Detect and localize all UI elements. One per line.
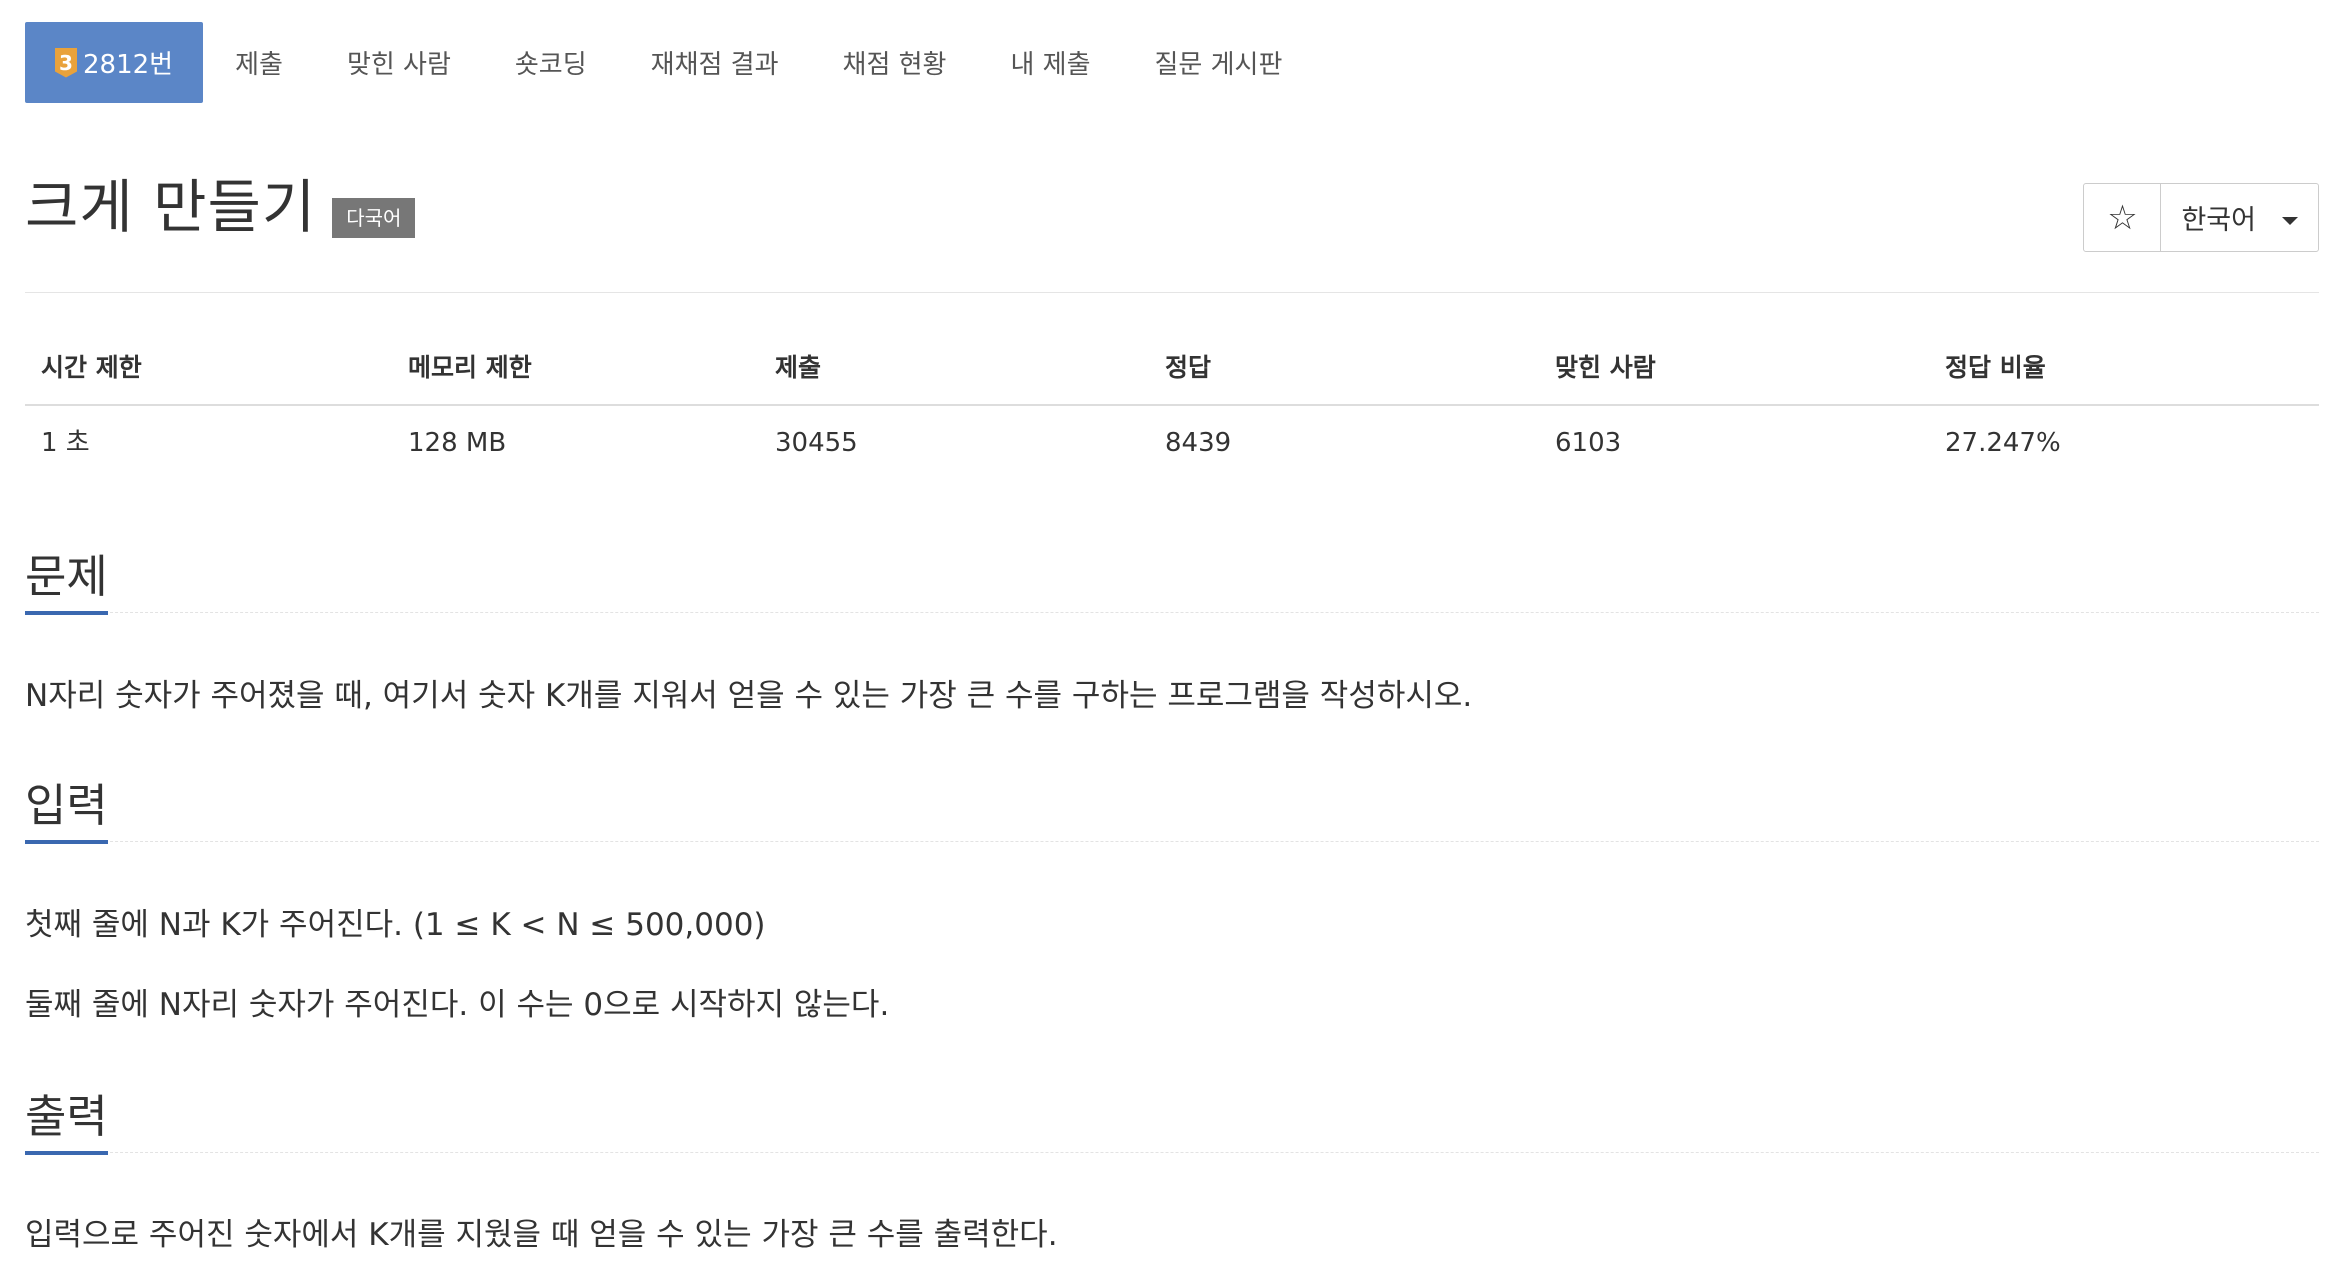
tab-problem-label: 2812번 <box>83 50 174 80</box>
accept-ratio-value: 27.247% <box>1945 428 2061 458</box>
solved-users-value: 6103 <box>1555 428 1622 458</box>
star-button[interactable]: ☆ <box>2084 184 2162 251</box>
submissions-value: 30455 <box>775 428 858 458</box>
title-divider <box>25 292 2319 293</box>
section-input-header: 입력 <box>25 769 2319 844</box>
tab-solved-users[interactable]: 맞힌 사람 <box>315 22 483 103</box>
caret-down-icon <box>2282 216 2298 225</box>
input-text-line2: 둘째 줄에 N자리 숫자가 주어진다. 이 수는 0으로 시작하지 않는다. <box>25 987 890 1023</box>
tab-rejudge-result[interactable]: 재채점 결과 <box>619 22 811 103</box>
tab-problem[interactable]: 3 2812번 <box>25 22 204 103</box>
section-description-header: 문제 <box>25 540 2319 615</box>
problem-tabs: 3 2812번 제출 맞힌 사람 숏코딩 재채점 결과 채점 현황 내 제출 질… <box>25 22 1314 103</box>
section-description-title: 문제 <box>25 554 108 615</box>
memory-limit-value: 128 MB <box>408 428 507 458</box>
info-table-row: 1 초 128 MB 30455 8439 6103 27.247% <box>25 406 2319 480</box>
language-select-label: 한국어 <box>2181 205 2256 236</box>
language-select[interactable]: 한국어 <box>2161 184 2318 251</box>
tab-board[interactable]: 질문 게시판 <box>1123 22 1315 103</box>
header-solved-users: 맞힌 사람 <box>1555 353 1656 382</box>
description-text: N자리 숫자가 주어졌을 때, 여기서 숫자 K개를 지워서 얻을 수 있는 가… <box>25 678 1473 714</box>
header-accepted: 정답 <box>1165 353 1212 382</box>
title-actions: ☆ 한국어 <box>2083 183 2319 252</box>
section-output-header: 출력 <box>25 1080 2319 1155</box>
tab-short-coding[interactable]: 숏코딩 <box>483 22 619 103</box>
tab-submit[interactable]: 제출 <box>203 22 315 103</box>
multilang-badge: 다국어 <box>332 198 416 238</box>
input-text-line1: 첫째 줄에 N과 K가 주어진다. (1 ≤ K < N ≤ 500,000) <box>25 907 766 943</box>
section-input-title: 입력 <box>25 783 108 844</box>
info-table-header: 시간 제한 메모리 제한 제출 정답 맞힌 사람 정답 비율 <box>25 338 2319 406</box>
page-title: 크게 만들기 <box>25 173 317 241</box>
tab-judge-status[interactable]: 채점 현황 <box>811 22 979 103</box>
tier-badge-icon: 3 <box>55 47 77 78</box>
problem-page: 3 2812번 제출 맞힌 사람 숏코딩 재채점 결과 채점 현황 내 제출 질… <box>0 0 2337 1281</box>
time-limit-value: 1 초 <box>41 428 90 458</box>
output-text: 입력으로 주어진 숫자에서 K개를 지웠을 때 얻을 수 있는 가장 큰 수를 … <box>25 1217 1058 1253</box>
header-time-limit: 시간 제한 <box>41 353 142 382</box>
tab-my-submissions[interactable]: 내 제출 <box>978 22 1122 103</box>
problem-info-table: 시간 제한 메모리 제한 제출 정답 맞힌 사람 정답 비율 1 초 128 M… <box>25 338 2319 480</box>
section-output-title: 출력 <box>25 1094 108 1155</box>
header-memory-limit: 메모리 제한 <box>408 353 532 382</box>
title-row: 크게 만들기 다국어 <box>25 173 416 241</box>
star-icon: ☆ <box>2107 197 2138 238</box>
accepted-value: 8439 <box>1165 428 1232 458</box>
header-submissions: 제출 <box>775 353 822 382</box>
header-accept-ratio: 정답 비율 <box>1945 353 2046 382</box>
